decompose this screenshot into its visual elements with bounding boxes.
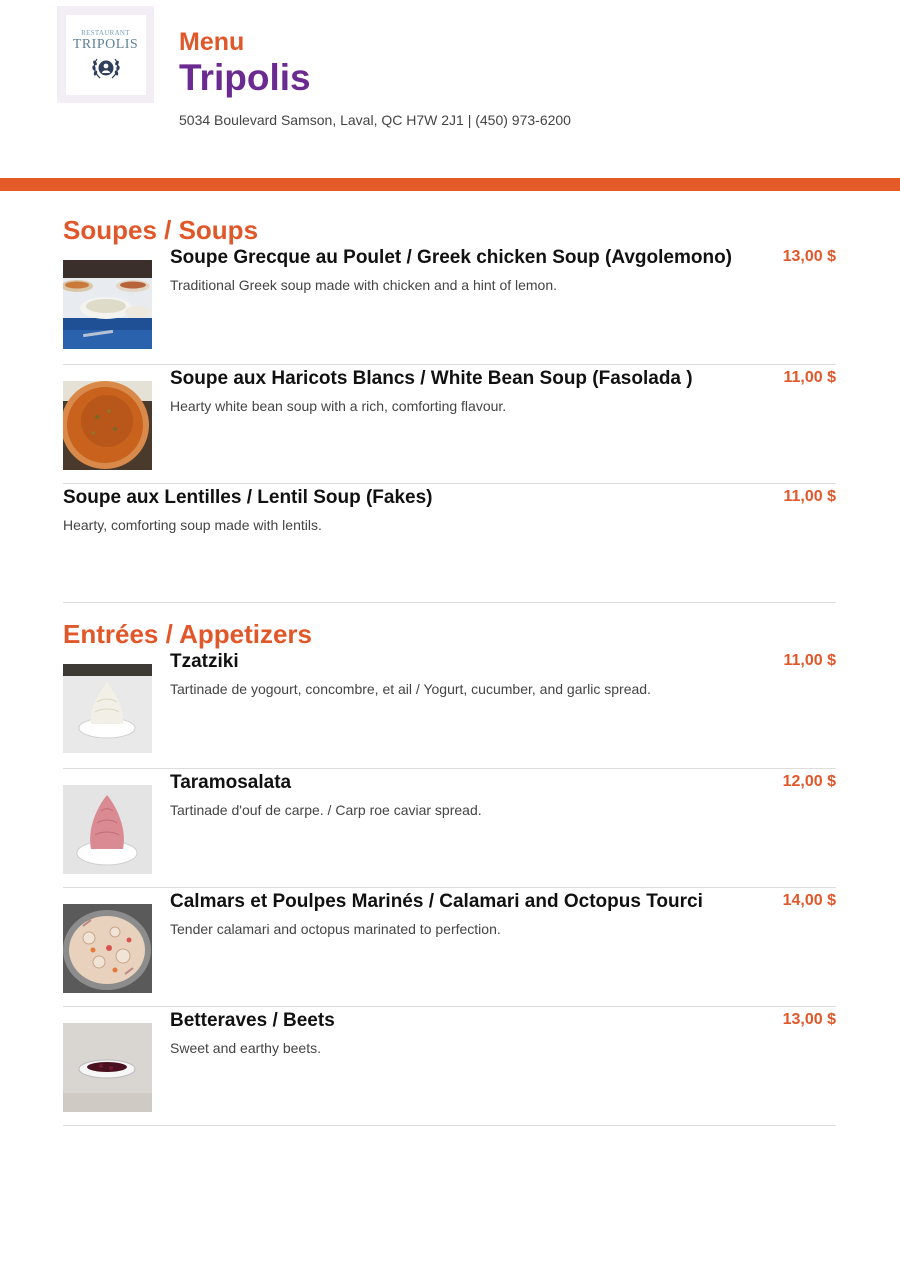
item-description: Hearty white bean soup with a rich, comf… bbox=[170, 398, 507, 414]
item-name: Soupe aux Lentilles / Lentil Soup (Fakes… bbox=[63, 487, 433, 508]
menu-heading: Menu bbox=[179, 28, 245, 56]
item-price: 12,00 $ bbox=[782, 773, 836, 790]
section-title: Entrées / Appetizers bbox=[63, 619, 313, 649]
menu-item-avgolemono[interactable]: Soupe Grecque au Poulet / Greek chicken … bbox=[63, 246, 836, 365]
header-divider-bar bbox=[0, 178, 900, 191]
item-body: Calmars et Poulpes Marinés / Calamari an… bbox=[170, 890, 836, 1006]
item-description: Sweet and earthy beets. bbox=[170, 1040, 321, 1056]
tzatziki-photo bbox=[63, 664, 152, 753]
restaurant-name: Tripolis bbox=[179, 57, 311, 98]
restaurant-address: 5034 Boulevard Samson, Laval, QC H7W 2J1… bbox=[179, 112, 571, 128]
page-header: RESTAURANT TRIPOLIS Menu Tripolis 5034 B… bbox=[0, 0, 900, 178]
item-body: Soupe Grecque au Poulet / Greek chicken … bbox=[170, 246, 836, 364]
item-price: 14,00 $ bbox=[782, 892, 836, 909]
item-name: Betteraves / Beets bbox=[170, 1010, 335, 1031]
item-price: 13,00 $ bbox=[782, 248, 836, 265]
item-price: 13,00 $ bbox=[782, 1011, 836, 1028]
item-body: Betteraves / Beets Sweet and earthy beet… bbox=[170, 1009, 836, 1125]
restaurant-logo: RESTAURANT TRIPOLIS bbox=[57, 6, 154, 103]
item-description: Tartinade d'ouf de carpe. / Carp roe cav… bbox=[170, 802, 482, 818]
item-description: Traditional Greek soup made with chicken… bbox=[170, 277, 558, 293]
item-name: Soupe aux Haricots Blancs / White Bean S… bbox=[170, 368, 693, 389]
item-body: Tzatziki Tartinade de yogourt, concombre… bbox=[170, 650, 836, 768]
taramosalata-photo bbox=[63, 785, 152, 874]
item-price: 11,00 $ bbox=[783, 369, 837, 386]
item-body: Soupe aux Lentilles / Lentil Soup (Fakes… bbox=[63, 486, 836, 602]
item-name: Taramosalata bbox=[170, 772, 292, 793]
calamari-photo bbox=[63, 904, 152, 993]
header-text-block: Menu Tripolis 5034 Boulevard Samson, Lav… bbox=[179, 28, 571, 128]
logo-card: RESTAURANT TRIPOLIS bbox=[65, 14, 146, 95]
logo-small-text: RESTAURANT bbox=[81, 28, 130, 37]
menu-item-calamari[interactable]: Calmars et Poulpes Marinés / Calamari an… bbox=[63, 888, 836, 1007]
laurel-emblem-icon bbox=[91, 58, 120, 78]
item-body: Taramosalata Tartinade d'ouf de carpe. /… bbox=[170, 771, 836, 887]
item-description: Tartinade de yogourt, concombre, et ail … bbox=[170, 681, 651, 697]
item-price: 11,00 $ bbox=[783, 652, 837, 669]
logo-big-text: TRIPOLIS bbox=[72, 36, 139, 52]
menu-content: Soupes / Soups Soupe Grecque au Poulet /… bbox=[63, 214, 836, 1126]
section-appetizers: Entrées / Appetizers Tzatziki Tartinade … bbox=[63, 618, 836, 1126]
item-name: Calmars et Poulpes Marinés / Calamari an… bbox=[170, 891, 703, 912]
bowls-of-soup-photo bbox=[63, 260, 152, 349]
orange-soup-photo bbox=[63, 381, 152, 470]
item-description: Hearty, comforting soup made with lentil… bbox=[63, 517, 322, 533]
beets-photo bbox=[63, 1023, 152, 1112]
menu-item-fasolada[interactable]: Soupe aux Haricots Blancs / White Bean S… bbox=[63, 365, 836, 484]
section-soups: Soupes / Soups Soupe Grecque au Poulet /… bbox=[63, 214, 836, 603]
menu-item-fakes[interactable]: Soupe aux Lentilles / Lentil Soup (Fakes… bbox=[63, 484, 836, 603]
item-body: Soupe aux Haricots Blancs / White Bean S… bbox=[170, 367, 836, 483]
menu-item-tzatziki[interactable]: Tzatziki Tartinade de yogourt, concombre… bbox=[63, 650, 836, 769]
item-price: 11,00 $ bbox=[783, 488, 837, 505]
section-title: Soupes / Soups bbox=[63, 215, 259, 245]
menu-item-beets[interactable]: Betteraves / Beets Sweet and earthy beet… bbox=[63, 1007, 836, 1126]
item-name: Tzatziki bbox=[170, 651, 239, 672]
menu-item-taramosalata[interactable]: Taramosalata Tartinade d'ouf de carpe. /… bbox=[63, 769, 836, 888]
item-description: Tender calamari and octopus marinated to… bbox=[170, 921, 501, 937]
item-name: Soupe Grecque au Poulet / Greek chicken … bbox=[170, 247, 733, 268]
